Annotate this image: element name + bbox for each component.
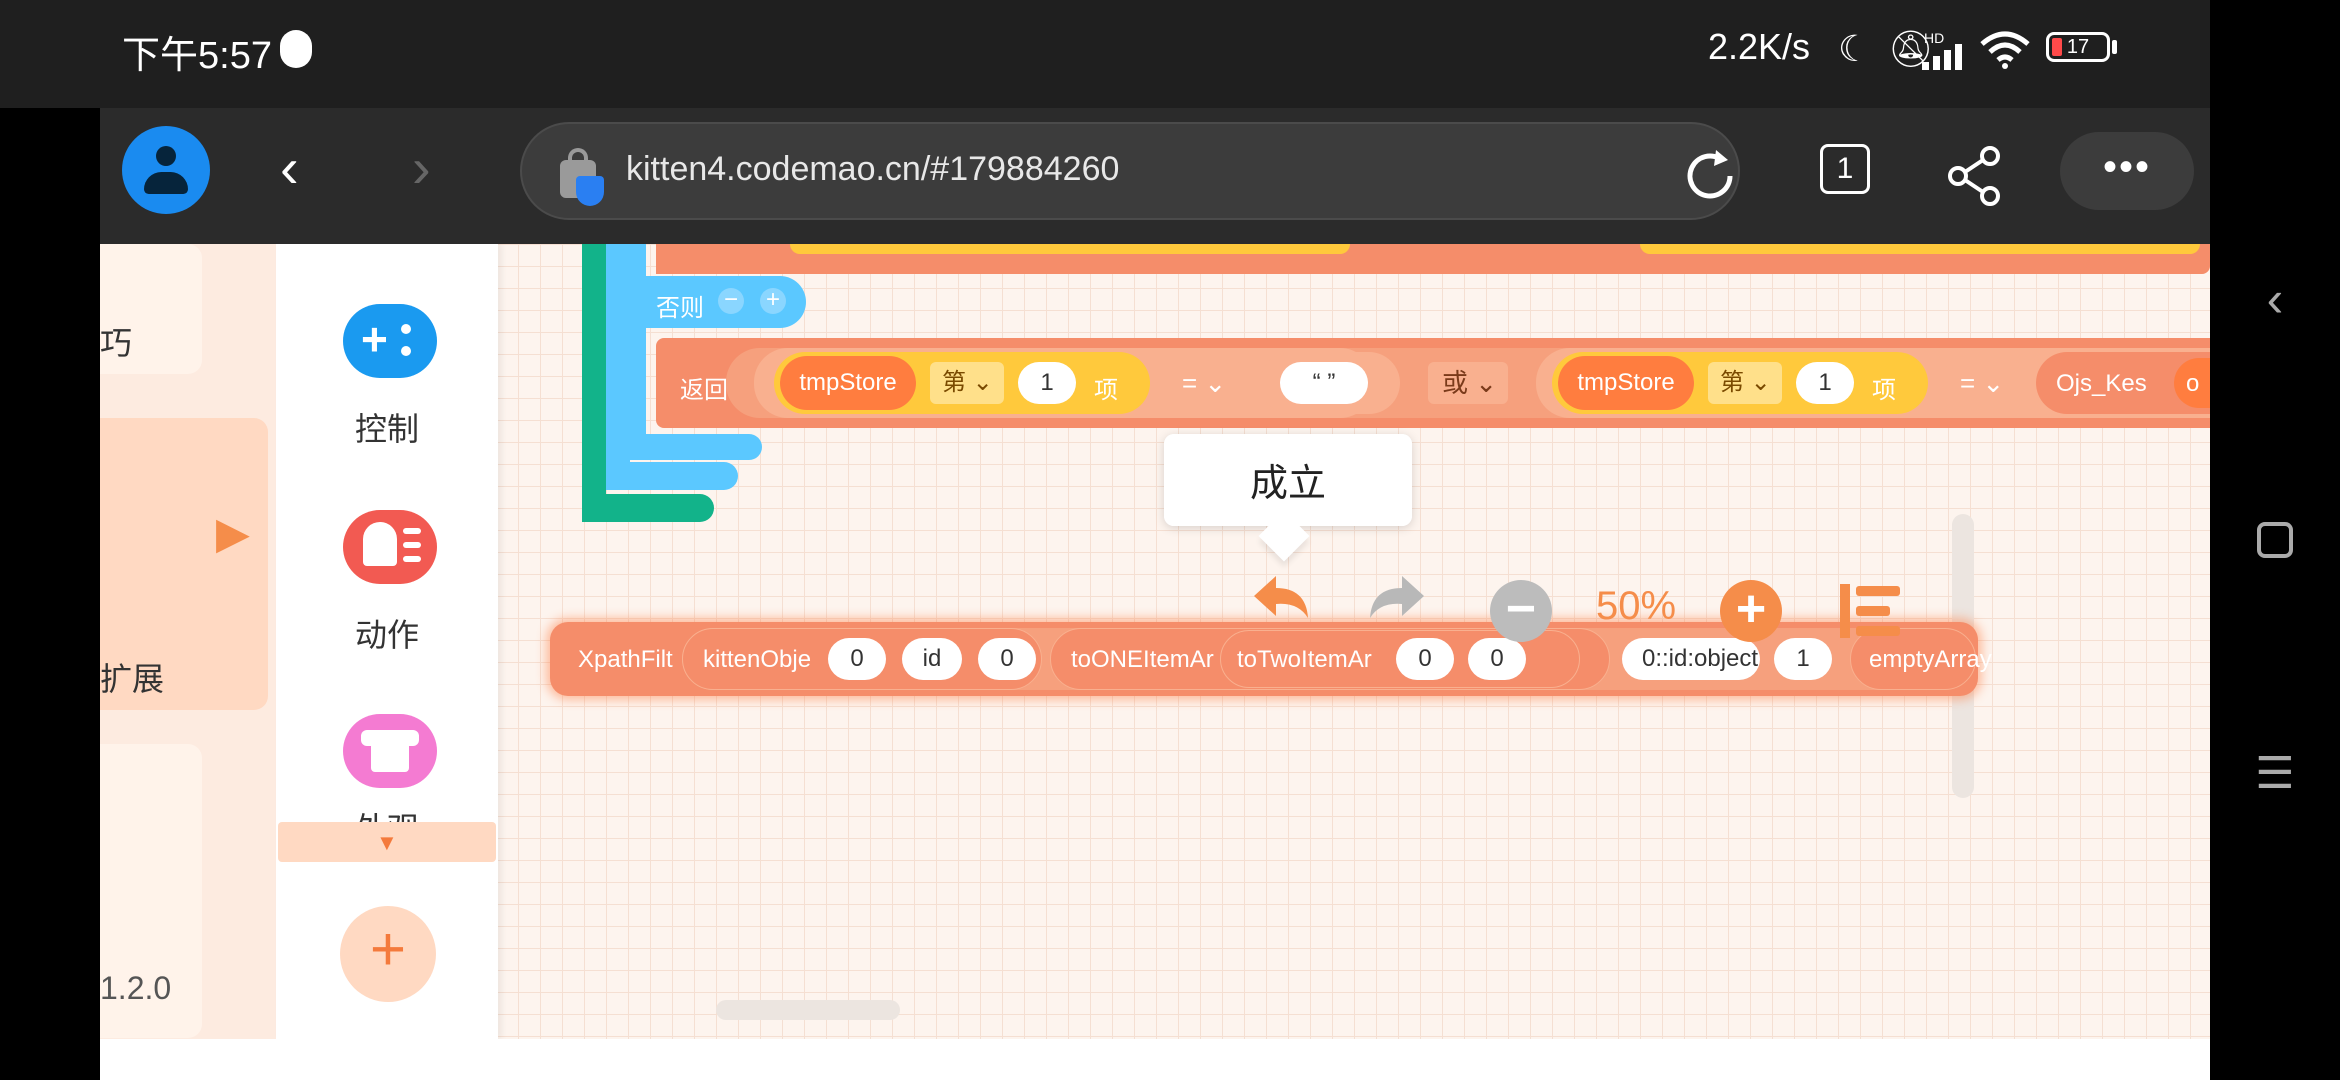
add-extension-button[interactable]: + [340, 906, 436, 1002]
zoom-level: 50% [1596, 584, 1677, 628]
site-security-icon[interactable] [560, 144, 604, 206]
wifi-icon [1980, 31, 2030, 69]
palette-scroll-down[interactable]: ▼ [278, 822, 496, 862]
arrange-blocks-icon[interactable] [1840, 584, 1904, 638]
arg-0-a[interactable]: 0 [828, 638, 886, 680]
nav-back-icon[interactable]: ‹ [2210, 270, 2340, 328]
nth-dropdown-b[interactable]: 第 ⌄ [1708, 362, 1782, 404]
ojs-block[interactable]: Ojs_Kes o [2036, 352, 2210, 414]
arg-id[interactable]: id [902, 638, 962, 680]
ghost-icon [343, 510, 437, 584]
if-block-foot[interactable] [606, 462, 738, 490]
reload-icon[interactable] [1682, 146, 1742, 206]
control-block-foot[interactable] [582, 494, 714, 522]
category-extension[interactable]: ▶ 扩展 [100, 418, 268, 710]
tabs-button[interactable]: 1 [1820, 144, 1870, 194]
signal-icon [1922, 44, 1962, 70]
if-block-body[interactable] [606, 244, 630, 490]
more-menu-button[interactable]: ••• [2060, 132, 2194, 210]
index-input-b[interactable]: 1 [1796, 362, 1854, 404]
left-edge [0, 108, 100, 1080]
arg-0-c[interactable]: 0 [1396, 638, 1454, 680]
block-palette: + 控制 动作 外观 ▼ + [276, 244, 498, 1039]
moon-icon: ☾ [1838, 28, 1871, 69]
or-dropdown[interactable]: 或 ⌄ [1428, 362, 1508, 404]
if-inner [630, 244, 646, 460]
result-tooltip: 成立 [1164, 434, 1412, 562]
url-text[interactable]: kitten4.codemao.cn/#179884260 [626, 150, 1119, 189]
back-icon[interactable]: ‹ [280, 138, 299, 198]
block-top-inner [1640, 244, 2200, 254]
arg-1[interactable]: 1 [1774, 638, 1832, 680]
battery-level: 17 [2066, 36, 2090, 58]
forward-icon[interactable]: › [412, 138, 431, 198]
gamepad-icon: + [343, 304, 437, 378]
return-block[interactable]: 返回 tmpStore 第 ⌄ 1 项 = ⌄ “ ” 或 ⌄ tmpStore… [656, 338, 2210, 428]
palette-looks[interactable]: 外观 [276, 714, 498, 824]
code-editor[interactable]: 巧 ▶ 扩展 1.2.0 + 控制 动作 ▼ + 否则 − + 返回 tmpSt… [100, 244, 2210, 1039]
chevron-down-icon: ▼ [376, 830, 398, 855]
category-tips[interactable]: 巧 [100, 244, 202, 374]
battery-tip [2112, 40, 2117, 54]
arg-id-object[interactable]: 0::id:object [1622, 638, 1760, 680]
tmpstore-var-b[interactable]: tmpStore [1558, 356, 1694, 410]
battery-icon: 17 [2046, 32, 2110, 62]
nav-home-icon[interactable] [2257, 522, 2293, 558]
else-remove-button[interactable]: − [718, 288, 744, 314]
bottom-bar [100, 1039, 2210, 1080]
nth-dropdown-a[interactable]: 第 ⌄ [930, 362, 1004, 404]
else-block[interactable]: 否则 − + [646, 276, 806, 328]
tmpstore-var-a[interactable]: tmpStore [780, 356, 916, 410]
category-panel: 巧 ▶ 扩展 1.2.0 [100, 244, 276, 1039]
zoom-in-button[interactable]: + [1720, 580, 1782, 642]
arg-0-d[interactable]: 0 [1468, 638, 1526, 680]
empty-string-input[interactable]: “ ” [1280, 362, 1368, 404]
undo-icon[interactable] [1250, 570, 1314, 626]
zoom-out-button[interactable]: − [1490, 580, 1552, 642]
profile-avatar-icon[interactable] [122, 126, 210, 214]
clock: 下午5:57 [122, 35, 272, 77]
index-input-a[interactable]: 1 [1018, 362, 1076, 404]
else-add-button[interactable]: + [760, 288, 786, 314]
eq-dropdown-b[interactable]: = ⌄ [1946, 362, 2022, 404]
tshirt-icon [343, 714, 437, 788]
nav-menu-icon[interactable]: ☰ [2210, 748, 2340, 799]
version-label: 1.2.0 [100, 970, 172, 1006]
horizontal-scrollbar[interactable] [716, 1000, 900, 1020]
network-speed: 2.2K/s [1708, 26, 1811, 67]
arg-0-b[interactable]: 0 [978, 638, 1036, 680]
address-bar[interactable]: kitten4.codemao.cn/#179884260 [520, 122, 1740, 220]
expand-arrow-icon[interactable]: ▶ [216, 508, 250, 559]
if-inner-foot [630, 434, 762, 460]
eq-dropdown-a[interactable]: = ⌄ [1168, 362, 1244, 404]
share-icon[interactable] [1946, 146, 2002, 206]
status-bar: 下午5:57 2.2K/s ☾ 🔕︎ HD 17 [0, 0, 2210, 108]
qq-icon [280, 30, 312, 68]
system-nav-bar: ‹ ☰ [2210, 0, 2340, 1080]
browser-toolbar: ‹ › kitten4.codemao.cn/#179884260 1 ••• [100, 108, 2210, 244]
control-block-body[interactable] [582, 244, 606, 522]
redo-icon[interactable] [1364, 570, 1428, 626]
category-version: 1.2.0 [100, 744, 202, 1038]
block-top-inner [790, 244, 1350, 254]
